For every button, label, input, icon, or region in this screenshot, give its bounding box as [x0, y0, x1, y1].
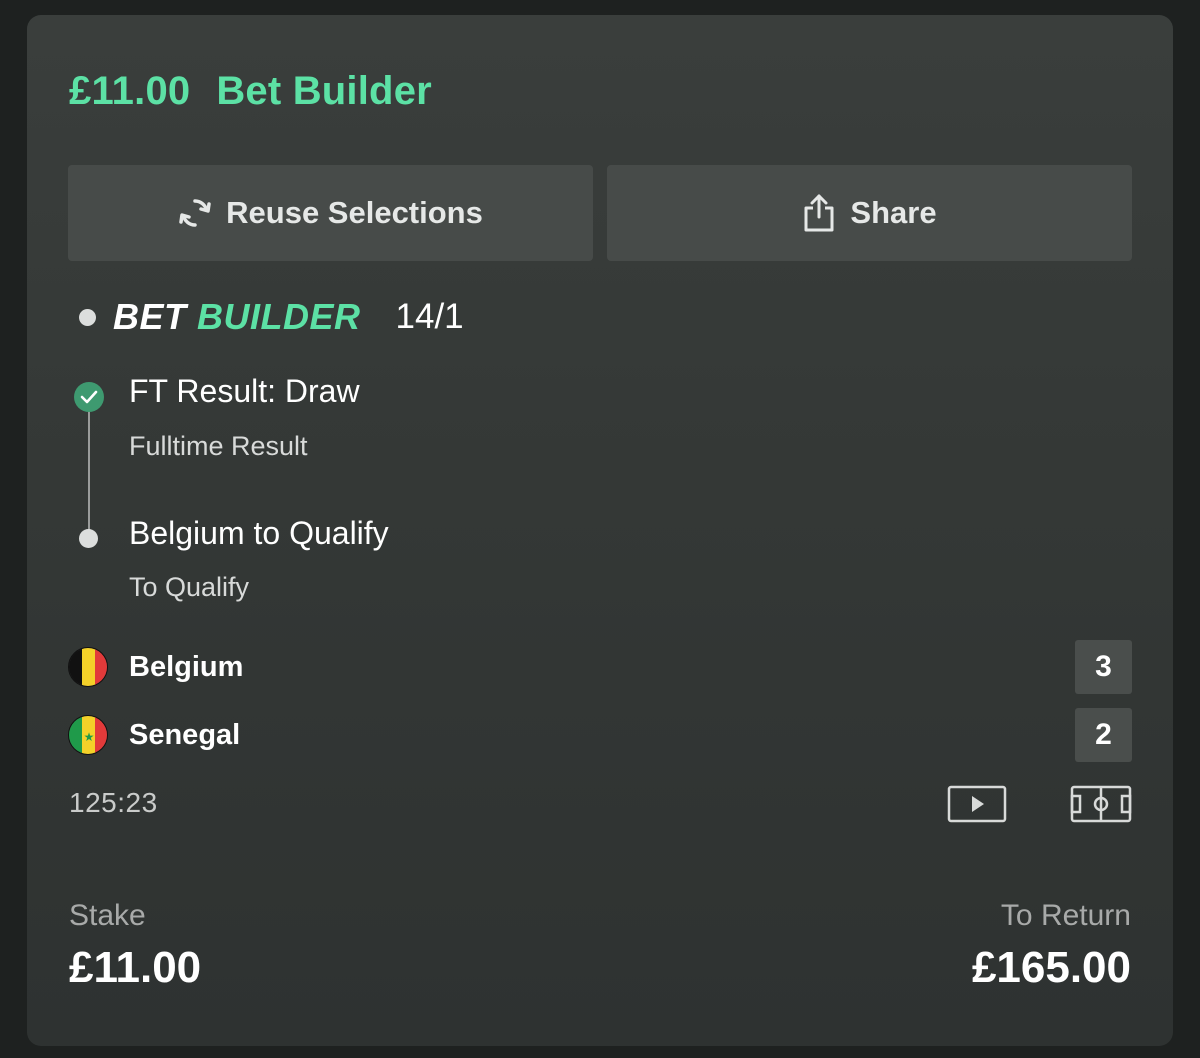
to-return-label: To Return [1000, 899, 1131, 932]
team-row-senegal: ★ Senegal 2 [68, 708, 1132, 762]
selection-title: Belgium to Qualify [129, 515, 389, 551]
stake-value: £11.00 [69, 943, 202, 992]
selection-title: FT Result: Draw [129, 373, 360, 409]
team-row-belgium: Belgium 3 [68, 640, 1132, 694]
stake-label: Stake [69, 899, 146, 932]
svg-text:★: ★ [84, 730, 95, 744]
bet-builder-logo: BET BUILDER [113, 296, 361, 337]
selection-market: To Qualify [129, 572, 250, 602]
match-pitch-icon[interactable] [1070, 785, 1132, 828]
to-return-value: £165.00 [971, 943, 1131, 992]
bet-header: £11.00 Bet Builder [69, 69, 432, 114]
bet-odds: 14/1 [395, 297, 464, 336]
match-clock: 125:23 [69, 787, 158, 818]
bet-builder-dot [79, 308, 96, 326]
play-video-icon[interactable] [947, 785, 1007, 828]
team-score: 3 [1075, 640, 1132, 694]
refresh-icon [178, 196, 212, 230]
selection-timeline [88, 407, 90, 535]
share-icon [802, 193, 836, 233]
senegal-flag-icon: ★ [68, 715, 108, 755]
pending-dot-icon [79, 529, 98, 548]
bet-card: £11.00 Bet Builder Reuse Selections Share… [27, 15, 1173, 1046]
header-bet-type: Bet Builder [216, 69, 432, 113]
bet-builder-row: BET BUILDER 14/1 [79, 295, 464, 339]
check-icon [74, 382, 104, 412]
belgium-flag-icon [68, 647, 108, 687]
share-button[interactable]: Share [607, 165, 1132, 261]
reuse-selections-button[interactable]: Reuse Selections [68, 165, 593, 261]
reuse-selections-label: Reuse Selections [226, 195, 483, 230]
team-name: Belgium [129, 650, 244, 683]
selection-market: Fulltime Result [129, 431, 308, 461]
team-score: 2 [1075, 708, 1132, 762]
share-label: Share [850, 195, 937, 230]
header-stake: £11.00 [69, 69, 191, 113]
team-name: Senegal [129, 718, 241, 751]
